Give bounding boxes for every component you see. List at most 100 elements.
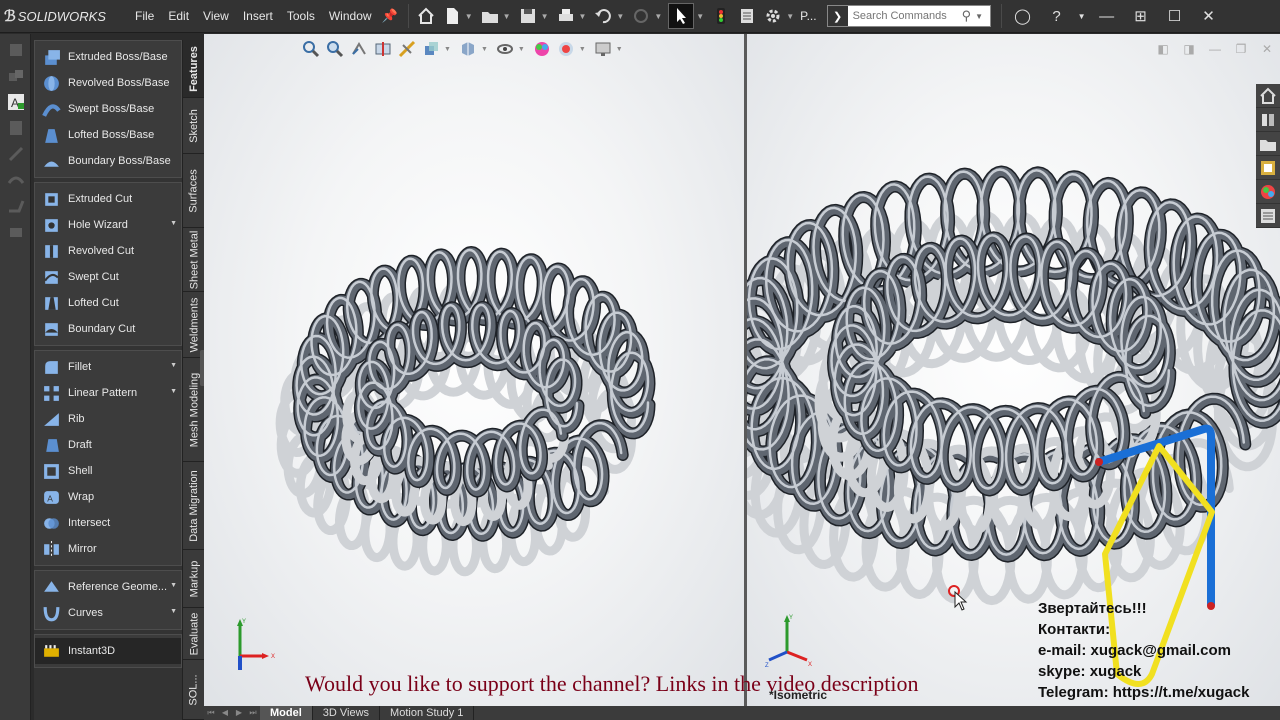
feature-wrap-button[interactable]: A Wrap [35,484,181,510]
new-document-icon[interactable] [441,5,463,27]
surface-icon[interactable] [6,170,26,190]
save-dropdown-icon[interactable]: ▼ [541,12,549,21]
feature-draft-button[interactable]: Draft [35,432,181,458]
help-icon[interactable]: ? [1040,8,1074,25]
tab-markup[interactable]: Markup [183,550,205,608]
pin-icon[interactable]: 📌 [382,8,398,24]
mold-icon[interactable] [6,222,26,242]
print-dropdown-icon[interactable]: ▼ [579,12,587,21]
search-dropdown-icon[interactable]: ▼ [975,12,983,21]
feature-revolved-boss-button[interactable]: Revolved Boss/Base [35,70,181,96]
file-explorer-icon[interactable] [1256,132,1280,156]
menu-insert[interactable]: Insert [236,0,280,33]
feature-boundary-cut-button[interactable]: Boundary Cut [35,316,181,342]
feature-dropdown-icon[interactable]: ▼ [170,582,177,589]
tab-surfaces[interactable]: Surfaces [183,154,205,228]
viewport-left[interactable]: ▼ ▼ ▼ ▼ ▼ Y X [204,34,744,706]
tab-sheet-metal[interactable]: Sheet Metal [183,228,205,292]
rebuild-dropdown-icon[interactable]: ▼ [654,12,662,21]
new-dropdown-icon[interactable]: ▼ [465,12,473,21]
user-account-icon[interactable]: ◯ [1006,7,1040,25]
open-dropdown-icon[interactable]: ▼ [503,12,511,21]
select-pointer-icon[interactable] [668,3,695,29]
tab-data-migration[interactable]: Data Migration [183,462,205,550]
feature-extruded-boss-button[interactable]: Extruded Boss/Base [35,44,181,70]
triad-x-label: X [271,654,275,660]
menu-view[interactable]: View [196,0,236,33]
feature-lofted-cut-button[interactable]: Lofted Cut [35,290,181,316]
solidworks-logo[interactable]: ℬ SOLIDWORKS [0,0,128,33]
feature-dropdown-icon[interactable]: ▼ [170,362,177,369]
home-icon[interactable] [415,5,437,27]
feature-lofted-boss-button[interactable]: Lofted Boss/Base [35,122,181,148]
feature-shell-button[interactable]: Shell [35,458,181,484]
file-properties-icon[interactable] [736,5,758,27]
options-dropdown-icon[interactable]: ▼ [786,12,794,21]
tab-sol[interactable]: SOL... [183,660,205,720]
helical-coil-model-left[interactable] [204,34,744,706]
feature-instant3d-button[interactable]: Instant3D [35,638,181,664]
wrap-icon: A [41,487,61,507]
menu-window[interactable]: Window [322,0,379,33]
magnifier-icon[interactable]: ⚲ [962,8,972,24]
save-icon[interactable] [517,5,539,27]
solidworks-resources-icon[interactable] [1256,84,1280,108]
sheet-metal-icon[interactable] [6,196,26,216]
tab-model[interactable]: Model [260,706,313,720]
tab-evaluate[interactable]: Evaluate [183,608,205,660]
text-tool-icon[interactable]: A [6,92,26,112]
feature-hole-wizard-button[interactable]: Hole Wizard ▼ [35,212,181,238]
view-palette-icon[interactable] [1256,156,1280,180]
rebuild-icon[interactable] [630,5,652,27]
assembly-icon[interactable] [6,66,26,86]
sketch-icon[interactable] [6,144,26,164]
feature-rib-button[interactable]: Rib [35,406,181,432]
partial-toolbar-label[interactable]: P... [798,0,818,33]
traffic-light-icon[interactable] [710,5,732,27]
feature-intersect-button[interactable]: Intersect [35,510,181,536]
first-tab-arrow-icon[interactable]: ⏮ [204,707,218,719]
select-dropdown-icon[interactable]: ▼ [696,12,704,21]
feature-boundary-boss-button[interactable]: Boundary Boss/Base [35,148,181,174]
search-commands-box[interactable]: ❯ ⚲ ▼ [826,5,991,27]
maximize-icon[interactable]: ☐ [1158,7,1192,25]
minimize-icon[interactable]: — [1090,8,1124,25]
design-library-icon[interactable] [1256,108,1280,132]
close-icon[interactable]: ✕ [1192,7,1226,25]
menu-tools[interactable]: Tools [280,0,322,33]
prev-tab-arrow-icon[interactable]: ◀ [218,707,232,719]
tile-window-icon[interactable]: ⊞ [1124,7,1158,25]
feature-dropdown-icon[interactable]: ▼ [170,388,177,395]
feature-linear-pattern-button[interactable]: Linear Pattern ▼ [35,380,181,406]
feature-revolved-cut-button[interactable]: Revolved Cut [35,238,181,264]
custom-properties-icon[interactable] [1256,204,1280,228]
options-gear-icon[interactable] [762,5,784,27]
feature-reference-geometry-button[interactable]: Reference Geome... ▼ [35,574,181,600]
feature-dropdown-icon[interactable]: ▼ [170,220,177,227]
feature-extruded-cut-button[interactable]: Extruded Cut [35,186,181,212]
tab-motion-study[interactable]: Motion Study 1 [380,706,475,720]
open-folder-icon[interactable] [479,5,501,27]
print-icon[interactable] [555,5,577,27]
feature-dropdown-icon[interactable]: ▼ [170,608,177,615]
feature-curves-button[interactable]: Curves ▼ [35,600,181,626]
tab-features[interactable]: Features [183,40,205,98]
tab-weldments[interactable]: Weldments [183,292,205,358]
appearances-scenes-icon[interactable] [1256,180,1280,204]
feature-swept-cut-button[interactable]: Swept Cut [35,264,181,290]
undo-icon[interactable] [592,5,614,27]
part-icon[interactable] [6,40,26,60]
help-dropdown-icon[interactable]: ▼ [1074,12,1090,21]
feature-swept-boss-button[interactable]: Swept Boss/Base [35,96,181,122]
menu-edit[interactable]: Edit [161,0,196,33]
drawing-icon[interactable] [6,118,26,138]
feature-mirror-button[interactable]: Mirror [35,536,181,562]
undo-dropdown-icon[interactable]: ▼ [616,12,624,21]
tab-sketch[interactable]: Sketch [183,98,205,154]
next-tab-arrow-icon[interactable]: ▶ [232,707,246,719]
tab-3d-views[interactable]: 3D Views [313,706,381,720]
feature-fillet-button[interactable]: Fillet ▼ [35,354,181,380]
last-tab-arrow-icon[interactable]: ⏭ [246,707,260,719]
search-input[interactable] [847,7,958,25]
menu-file[interactable]: File [128,0,161,33]
